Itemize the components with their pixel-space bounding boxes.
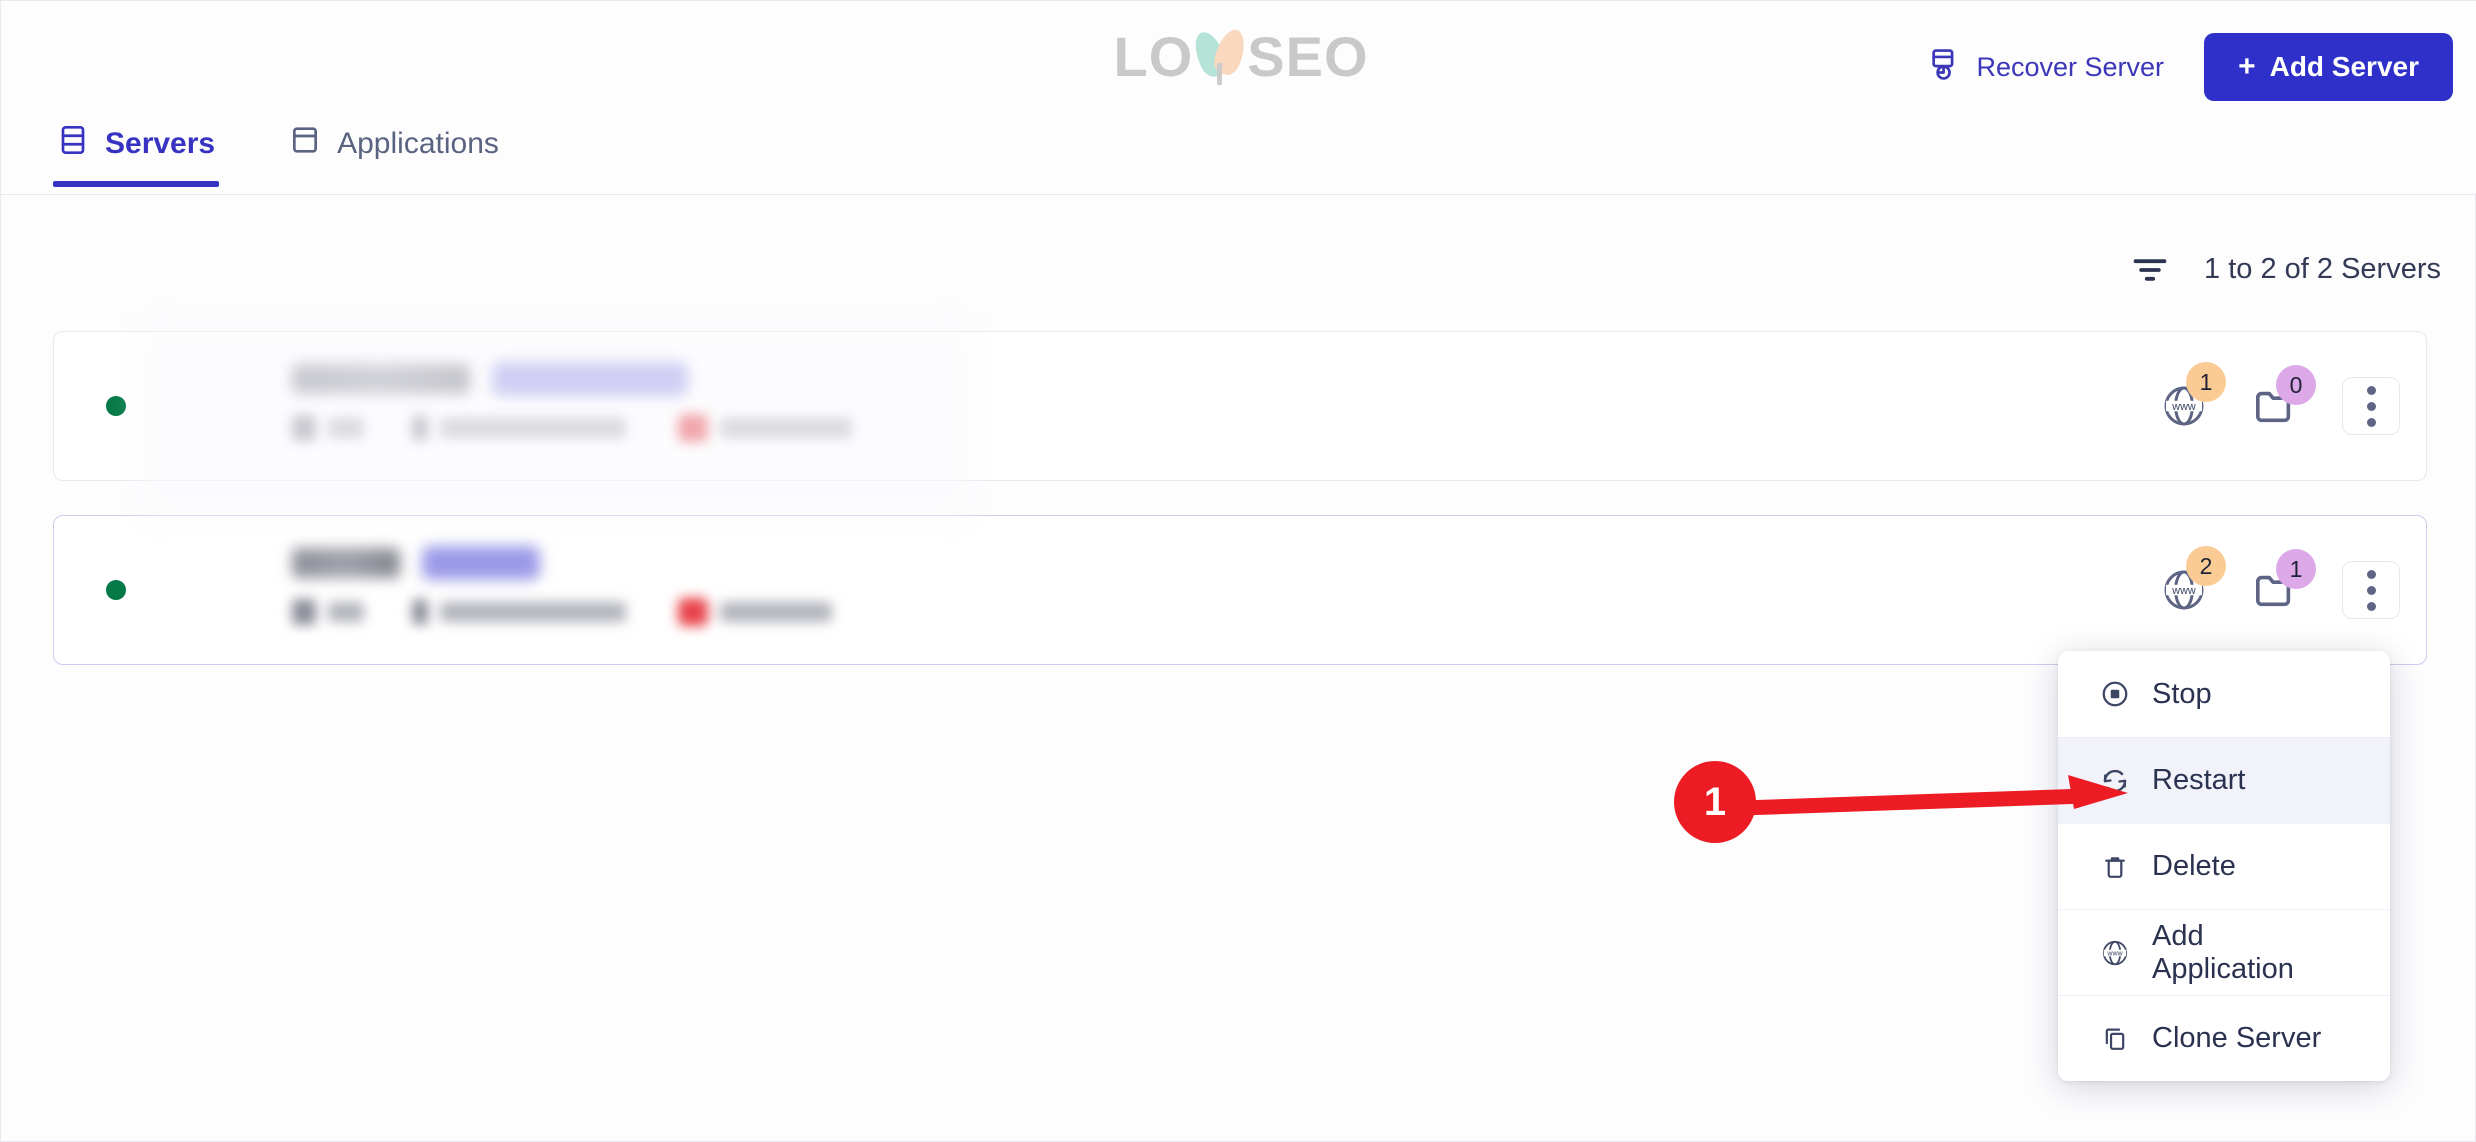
app-header: LO SEO Recover Server + Add Server Serve… xyxy=(1,1,2476,195)
vultr-shield-icon xyxy=(176,368,252,444)
copy-icon xyxy=(2100,1024,2130,1054)
server-plan-badge-redacted xyxy=(492,362,688,396)
tab-servers[interactable]: Servers xyxy=(53,123,220,187)
www-globe-icon: www xyxy=(2100,938,2130,968)
web-apps-indicator[interactable]: www 1 xyxy=(2160,362,2226,430)
server-meta-redacted xyxy=(292,414,852,442)
status-badge xyxy=(106,580,126,600)
server-restore-icon xyxy=(1928,46,1962,89)
folders-indicator[interactable]: 0 xyxy=(2252,365,2316,427)
row-actions: www 2 1 xyxy=(2160,546,2400,619)
more-vertical-icon[interactable] xyxy=(2342,561,2400,619)
web-apps-count-badge: 2 xyxy=(2186,546,2226,586)
folders-count-badge: 0 xyxy=(2276,365,2316,405)
svg-text:www: www xyxy=(2171,585,2196,597)
menu-item-restart-label: Restart xyxy=(2152,764,2246,796)
row-actions: www 1 0 xyxy=(2160,362,2400,435)
menu-item-add-application[interactable]: www Add Application xyxy=(2058,909,2390,995)
filter-icon[interactable] xyxy=(2130,254,2170,286)
server-stack-icon xyxy=(57,123,89,165)
server-context-menu: Stop Restart Delete www Add Application … xyxy=(2058,651,2390,1081)
loyseo-logo: LO SEO xyxy=(1091,23,1391,91)
plus-icon: + xyxy=(2238,50,2256,83)
add-server-button[interactable]: + Add Server xyxy=(2204,33,2453,101)
svg-text:www: www xyxy=(2171,401,2196,413)
server-name-redacted xyxy=(292,364,470,394)
server-count-text: 1 to 2 of 2 Servers xyxy=(2204,253,2441,285)
folders-count-badge: 1 xyxy=(2276,549,2316,589)
menu-item-clone-server[interactable]: Clone Server xyxy=(2058,995,2390,1081)
server-list: www 1 0 www 2 1 xyxy=(53,331,2427,699)
server-meta-redacted xyxy=(292,598,832,626)
recover-server-button[interactable]: Recover Server xyxy=(1924,38,2168,97)
menu-item-clone-server-label: Clone Server xyxy=(2152,1022,2322,1054)
server-info xyxy=(292,546,832,626)
status-badge xyxy=(106,396,126,416)
menu-item-stop[interactable]: Stop xyxy=(2058,651,2390,737)
add-server-label: Add Server xyxy=(2269,51,2419,82)
menu-item-delete-label: Delete xyxy=(2152,850,2236,882)
web-apps-count-badge: 1 xyxy=(2186,362,2226,402)
tab-servers-label: Servers xyxy=(105,127,216,160)
logo-text-right: SEO xyxy=(1247,25,1369,88)
trash-icon xyxy=(2100,852,2130,882)
web-apps-indicator[interactable]: www 2 xyxy=(2160,546,2226,614)
table-row[interactable]: www 1 0 xyxy=(53,331,2427,481)
menu-item-add-application-label: Add Application xyxy=(2152,919,2294,985)
main-tabs: Servers Applications xyxy=(53,123,503,187)
logo-y-leaf-mark xyxy=(1189,26,1250,87)
table-row[interactable]: www 2 1 xyxy=(53,515,2427,665)
stop-circle-icon xyxy=(2100,679,2130,709)
recover-server-label: Recover Server xyxy=(1976,51,2165,82)
server-name-redacted xyxy=(292,548,400,578)
svg-text:www: www xyxy=(2106,950,2123,957)
tab-applications[interactable]: Applications xyxy=(285,123,503,187)
tab-applications-label: Applications xyxy=(337,127,499,160)
logo-text-left: LO xyxy=(1113,25,1194,88)
menu-item-stop-label: Stop xyxy=(2152,677,2212,710)
digitalocean-circle-icon xyxy=(176,552,252,628)
list-toolbar: 1 to 2 of 2 Servers xyxy=(2130,253,2441,286)
app-window: LO SEO Recover Server + Add Server Serve… xyxy=(0,0,2476,1142)
header-actions: Recover Server + Add Server xyxy=(1924,33,2453,101)
more-vertical-icon[interactable] xyxy=(2342,377,2400,435)
window-icon xyxy=(289,123,321,165)
server-plan-badge-redacted xyxy=(422,546,540,580)
annotation-arrow xyxy=(1736,775,2128,816)
folders-indicator[interactable]: 1 xyxy=(2252,549,2316,611)
server-info xyxy=(292,362,852,442)
